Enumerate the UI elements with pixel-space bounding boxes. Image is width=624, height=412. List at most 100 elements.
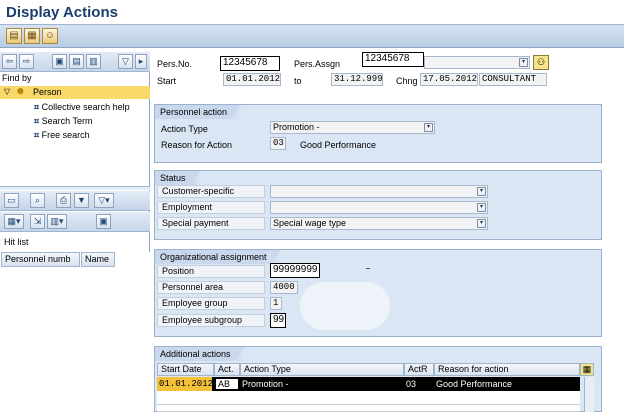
table-row[interactable]: 01.01.2012 AB Promotion - 03 Good Perfor… bbox=[157, 377, 580, 391]
changed-date-field[interactable]: 17.05.2012 bbox=[420, 73, 478, 86]
tree-node-label: Person bbox=[33, 87, 62, 97]
persno-label: Pers.No. bbox=[157, 59, 193, 69]
layout-icon[interactable]: ▦▾ bbox=[4, 214, 24, 229]
personnel-area-label: Personnel area bbox=[157, 281, 265, 294]
customer-specific-field[interactable]: ▾ bbox=[270, 185, 488, 198]
col-actr[interactable]: ActR bbox=[404, 363, 434, 376]
find-icon[interactable]: ⌕ bbox=[30, 193, 45, 208]
customer-specific-label: Customer-specific bbox=[157, 185, 265, 198]
hitlist-toolbar-1: ▭ ⌕ ⎙ ▼ ▽▾ bbox=[0, 191, 150, 211]
cell-action-type[interactable]: Promotion - bbox=[242, 377, 289, 391]
start-label: Start bbox=[157, 76, 177, 86]
table-row[interactable] bbox=[157, 405, 580, 412]
page-title: Display Actions bbox=[6, 4, 118, 21]
navigator-toolbar: ⇦ ⇨ ▣ ▤ ▥ ▽ ▸ bbox=[0, 52, 150, 72]
persassgn-field[interactable]: 12345678 bbox=[362, 52, 424, 67]
cell-start-date[interactable]: 01.01.2012 bbox=[157, 377, 213, 391]
dropdown-arrow-icon[interactable]: ▾ bbox=[424, 123, 433, 132]
tree-item-label: Search Term bbox=[41, 116, 93, 126]
special-payment-label: Special payment bbox=[157, 217, 265, 230]
reason-label: Reason for Action bbox=[161, 140, 233, 150]
cell-act[interactable]: AB bbox=[215, 378, 239, 390]
col-start-date[interactable]: Start Date bbox=[157, 363, 214, 376]
expand-arrow-icon[interactable]: ▸ bbox=[135, 54, 147, 69]
document-icon[interactable]: ▦ bbox=[24, 28, 40, 44]
list-icon[interactable]: ▤ bbox=[69, 54, 84, 69]
group-title: Organizational assignment bbox=[155, 250, 281, 264]
employee-subgroup-field[interactable]: 99 bbox=[270, 313, 286, 328]
select-icon[interactable]: ▣ bbox=[52, 54, 67, 69]
hit-list-label: Hit list bbox=[4, 237, 29, 247]
org-structure-icon[interactable]: ⚇ bbox=[533, 55, 549, 70]
special-payment-value: Special wage type bbox=[273, 218, 347, 228]
action-type-value: Promotion - bbox=[273, 122, 320, 132]
binoculars-icon: ⌗ bbox=[34, 116, 40, 126]
person-icon: ☻ bbox=[15, 86, 26, 97]
application-toolbar: ▤ ▦ ☺ bbox=[0, 24, 624, 48]
overview-icon[interactable]: ▤ bbox=[6, 28, 22, 44]
binoculars-icon: ⌗ bbox=[34, 130, 40, 140]
start-date-field[interactable]: 01.01.2012 bbox=[223, 73, 281, 86]
cell-reason[interactable]: Good Performance bbox=[436, 377, 512, 391]
dropdown-arrow-icon[interactable]: ▾ bbox=[477, 203, 486, 212]
reason-text: Good Performance bbox=[300, 140, 377, 150]
tree-item-label: Collective search help bbox=[41, 102, 130, 112]
binoculars-icon: ⌗ bbox=[34, 102, 40, 112]
persassgn-dropdown[interactable]: ▾ bbox=[424, 56, 530, 69]
tree-item-collective-search[interactable]: ⌗ Collective search help bbox=[34, 102, 130, 113]
dropdown-arrow-icon[interactable]: ▾ bbox=[477, 187, 486, 196]
table-row[interactable] bbox=[157, 391, 580, 405]
changed-by-field[interactable]: CONSULTANT bbox=[479, 73, 547, 86]
to-label: to bbox=[294, 76, 302, 86]
persno-field[interactable]: 12345678 bbox=[220, 56, 280, 71]
view-icon[interactable]: ▥▾ bbox=[47, 214, 67, 229]
tree-item-search-term[interactable]: ⌗ Search Term bbox=[34, 116, 92, 127]
persassgn-label: Pers.Assgn bbox=[294, 59, 341, 69]
col-reason[interactable]: Reason for action bbox=[434, 363, 580, 376]
tree-item-free-search[interactable]: ⌗ Free search bbox=[34, 130, 90, 141]
special-payment-field[interactable]: Special wage type ▾ bbox=[270, 217, 488, 230]
col-act[interactable]: Act. bbox=[214, 363, 240, 376]
employee-subgroup-label: Employee subgroup bbox=[157, 314, 265, 327]
col-name[interactable]: Name bbox=[81, 252, 115, 267]
collapse-triangle-icon[interactable]: ▽ bbox=[4, 87, 10, 96]
pane-splitter[interactable] bbox=[0, 186, 150, 190]
back-arrow-icon[interactable]: ⇦ bbox=[2, 54, 17, 69]
end-date-field[interactable]: 31.12.9999 bbox=[331, 73, 383, 86]
filter-dropdown-icon[interactable]: ▽▾ bbox=[94, 193, 114, 208]
employment-field[interactable]: ▾ bbox=[270, 201, 488, 214]
personnel-area-field[interactable]: 4000 bbox=[270, 281, 298, 294]
tree-node-person[interactable]: ▽ ☻ Person bbox=[0, 86, 150, 99]
chng-label: Chng bbox=[396, 76, 418, 86]
funnel-icon[interactable]: ▼ bbox=[74, 193, 89, 208]
employee-group-field[interactable]: 1 bbox=[270, 297, 282, 310]
reason-code-field[interactable]: 03 bbox=[270, 137, 286, 150]
person-icon[interactable]: ☺ bbox=[42, 28, 58, 44]
cell-actr[interactable]: 03 bbox=[406, 377, 416, 391]
employment-label: Employment bbox=[157, 201, 265, 214]
employee-group-label: Employee group bbox=[157, 297, 265, 310]
export-icon[interactable]: ⇲ bbox=[30, 214, 45, 229]
filter-icon[interactable]: ▽ bbox=[118, 54, 133, 69]
print-icon[interactable]: ⎙ bbox=[56, 193, 71, 208]
find-by-label: Find by bbox=[2, 73, 32, 83]
grid-icon[interactable]: ▣ bbox=[96, 214, 111, 229]
col-personnel-number[interactable]: Personnel numb bbox=[1, 252, 80, 267]
details-icon[interactable]: ▭ bbox=[4, 193, 19, 208]
hitlist-toolbar-2: ▦▾ ⇲ ▥▾ ▣ bbox=[0, 212, 150, 232]
dropdown-arrow-icon[interactable]: ▾ bbox=[477, 219, 486, 228]
group-title: Status bbox=[155, 171, 200, 185]
col-action-type[interactable]: Action Type bbox=[240, 363, 404, 376]
copy-icon[interactable]: ▥ bbox=[86, 54, 101, 69]
forward-arrow-icon[interactable]: ⇨ bbox=[19, 54, 34, 69]
action-type-field[interactable]: Promotion - ▾ bbox=[270, 121, 435, 134]
hit-list-grid: Personnel numb Name bbox=[0, 252, 150, 412]
group-title: Additional actions bbox=[155, 347, 245, 361]
position-label: Position bbox=[157, 265, 265, 278]
table-settings-icon[interactable]: ▦ bbox=[580, 363, 594, 376]
table-scrollbar[interactable] bbox=[584, 377, 594, 412]
tree-item-label: Free search bbox=[41, 130, 90, 140]
dropdown-arrow-icon[interactable]: ▾ bbox=[519, 58, 528, 67]
position-field[interactable]: 99999999 bbox=[270, 263, 320, 278]
action-type-label: Action Type bbox=[161, 124, 208, 134]
